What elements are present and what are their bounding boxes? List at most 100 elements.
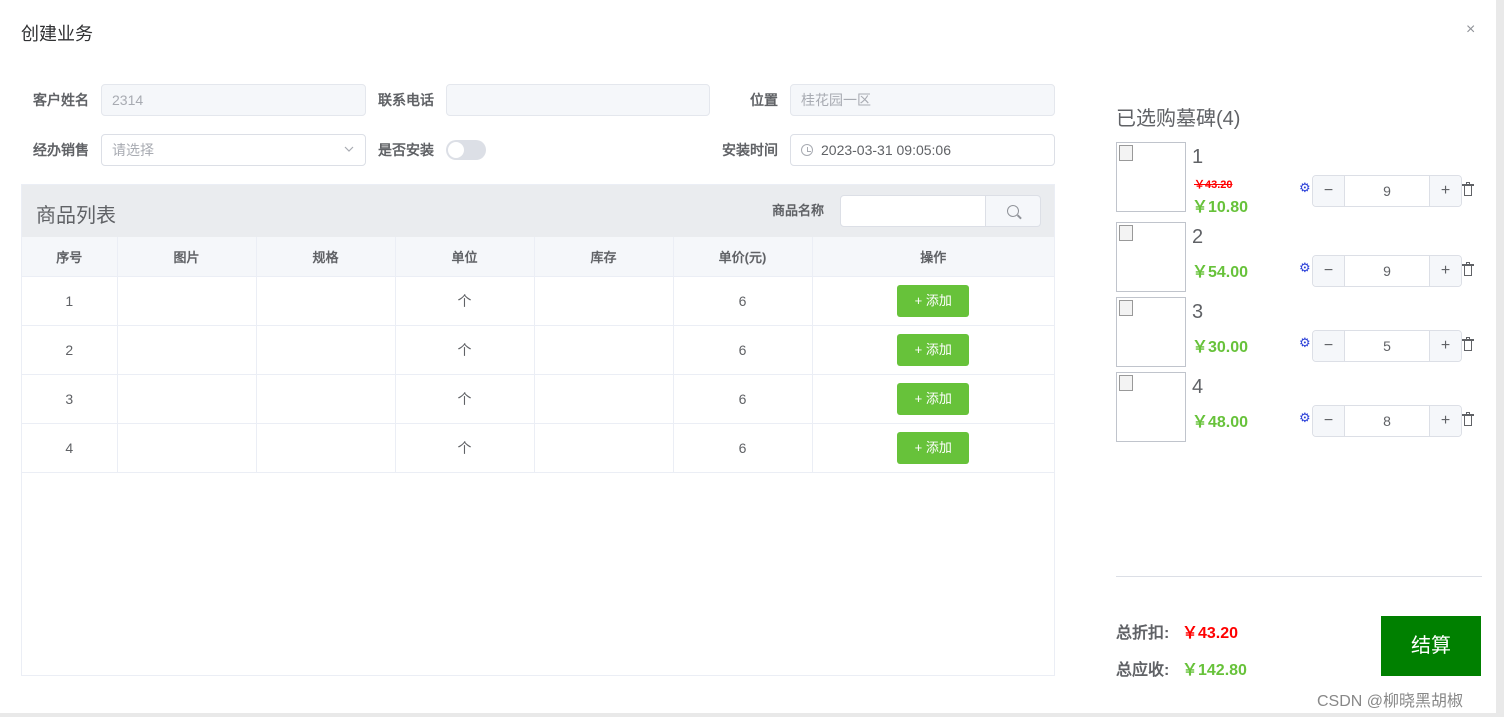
row-unit: 个 <box>395 374 535 424</box>
watermark: CSDN @柳晓黑胡椒 <box>1317 693 1464 710</box>
row-image <box>117 423 257 473</box>
customer-name-input[interactable]: 2314 <box>101 84 366 116</box>
cart-item-price: ￥54.00 <box>1192 264 1249 281</box>
customer-name-label: 客户姓名 <box>33 92 89 108</box>
quantity-stepper[interactable]: − 5 + <box>1312 330 1462 362</box>
total-receivable-value: ￥142.80 <box>1182 662 1247 679</box>
checkout-button[interactable]: 结算 <box>1381 616 1481 676</box>
product-name-input[interactable] <box>840 195 986 227</box>
product-table: 序号 图片 规格 单位 库存 单价(元) 操作 1 个 6 + 添加 2 个 6… <box>22 237 1054 473</box>
chevron-down-icon <box>343 135 355 176</box>
quantity-stepper[interactable]: − 8 + <box>1312 405 1462 437</box>
row-price: 6 <box>673 276 813 326</box>
search-icon <box>1007 205 1019 217</box>
gear-icon[interactable]: ⚙ <box>1299 336 1311 349</box>
gear-icon[interactable]: ⚙ <box>1299 261 1311 274</box>
minus-button[interactable]: − <box>1313 406 1345 436</box>
location-input[interactable]: 桂花园一区 <box>790 84 1055 116</box>
add-button[interactable]: + 添加 <box>897 333 970 366</box>
table-row: 2 个 6 + 添加 <box>22 325 1054 375</box>
table-row: 1 个 6 + 添加 <box>22 276 1054 326</box>
total-discount-value: ￥43.20 <box>1182 625 1239 642</box>
row-price: 6 <box>673 423 813 473</box>
cart-item-name: 3 <box>1192 301 1204 323</box>
phone-label: 联系电话 <box>378 92 434 108</box>
plus-button[interactable]: + <box>1429 406 1461 436</box>
product-image <box>1116 297 1186 367</box>
minus-button[interactable]: − <box>1313 331 1345 361</box>
create-business-dialog: 创建业务 × 客户姓名 2314 联系电话 位置 桂花园一区 经办销售 请选择 … <box>0 0 1504 717</box>
row-unit: 个 <box>395 423 535 473</box>
phone-input[interactable] <box>446 84 710 116</box>
table-header-row: 序号 图片 规格 单位 库存 单价(元) 操作 <box>22 237 1054 277</box>
row-image <box>117 374 257 424</box>
search-button[interactable] <box>986 195 1041 227</box>
plus-button[interactable]: + <box>1429 331 1461 361</box>
quantity-value[interactable]: 9 <box>1345 256 1429 286</box>
row-spec <box>256 276 396 326</box>
trash-icon[interactable] <box>1462 182 1474 196</box>
quantity-value[interactable]: 9 <box>1345 176 1429 206</box>
add-button[interactable]: + 添加 <box>897 284 970 317</box>
bottom-edge <box>0 713 1504 717</box>
row-spec <box>256 423 396 473</box>
column-header: 操作 <box>812 237 1054 277</box>
install-label: 是否安装 <box>378 142 434 158</box>
row-actions: + 添加 <box>812 423 1054 473</box>
product-image <box>1116 222 1186 292</box>
row-index: 4 <box>22 423 118 473</box>
scroll-edge <box>1496 0 1504 717</box>
install-time-label: 安装时间 <box>722 142 778 158</box>
quantity-stepper[interactable]: − 9 + <box>1312 255 1462 287</box>
quantity-value[interactable]: 8 <box>1345 406 1429 436</box>
quantity-stepper[interactable]: − 9 + <box>1312 175 1462 207</box>
trash-icon[interactable] <box>1462 262 1474 276</box>
row-index: 1 <box>22 276 118 326</box>
close-icon[interactable]: × <box>1466 22 1475 38</box>
product-list-panel: 商品列表 商品名称 序号 图片 规格 单位 库存 单价(元) 操作 1 个 6 … <box>21 184 1055 676</box>
cart-item-name: 4 <box>1192 376 1204 398</box>
row-price: 6 <box>673 325 813 375</box>
minus-button[interactable]: − <box>1313 256 1345 286</box>
trash-icon[interactable] <box>1462 412 1474 426</box>
cart-item: 2 ￥54.00 ⚙ − 9 + <box>1116 222 1482 292</box>
row-unit: 个 <box>395 325 535 375</box>
location-label: 位置 <box>750 92 778 108</box>
product-name-label: 商品名称 <box>772 203 825 218</box>
add-button[interactable]: + 添加 <box>897 382 970 415</box>
minus-button[interactable]: − <box>1313 176 1345 206</box>
row-index: 3 <box>22 374 118 424</box>
row-actions: + 添加 <box>812 374 1054 424</box>
install-time-picker[interactable]: 2023-03-31 09:05:06 <box>790 134 1055 166</box>
add-button[interactable]: + 添加 <box>897 431 970 464</box>
cart-item-price: ￥48.00 <box>1192 414 1249 431</box>
quantity-value[interactable]: 5 <box>1345 331 1429 361</box>
row-spec <box>256 325 396 375</box>
row-index: 2 <box>22 325 118 375</box>
table-row: 4 个 6 + 添加 <box>22 423 1054 473</box>
row-stock <box>534 276 674 326</box>
column-header: 单价(元) <box>673 237 813 277</box>
cart-item-original-price: ￥43.20 <box>1194 179 1233 191</box>
switch-knob <box>448 142 464 158</box>
column-header: 单位 <box>395 237 535 277</box>
row-image <box>117 325 257 375</box>
plus-button[interactable]: + <box>1429 256 1461 286</box>
install-time-value: 2023-03-31 09:05:06 <box>821 142 951 158</box>
gear-icon[interactable]: ⚙ <box>1299 181 1311 194</box>
cart-item-price: ￥10.80 <box>1192 199 1249 216</box>
column-header: 库存 <box>534 237 674 277</box>
trash-icon[interactable] <box>1462 337 1474 351</box>
plus-button[interactable]: + <box>1429 176 1461 206</box>
row-stock <box>534 423 674 473</box>
cart-item: 4 ￥48.00 ⚙ − 8 + <box>1116 372 1482 442</box>
product-image <box>1116 372 1186 442</box>
product-list-header: 商品列表 商品名称 <box>22 185 1054 237</box>
column-header: 图片 <box>117 237 257 277</box>
install-switch[interactable] <box>446 140 486 160</box>
row-image <box>117 276 257 326</box>
salesperson-select[interactable]: 请选择 <box>101 134 366 166</box>
gear-icon[interactable]: ⚙ <box>1299 411 1311 424</box>
clock-icon <box>801 144 813 156</box>
row-actions: + 添加 <box>812 276 1054 326</box>
